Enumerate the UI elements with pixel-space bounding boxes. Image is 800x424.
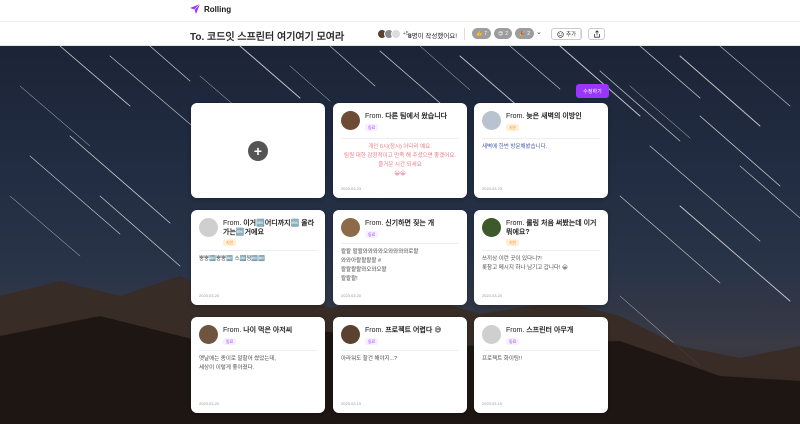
divider (199, 250, 317, 251)
reaction-badge[interactable]: 🎉 2 (515, 28, 535, 39)
card-date: 2023.03.20 (482, 293, 503, 298)
reaction-badge[interactable]: 👍 7 (472, 28, 492, 39)
message-card[interactable]: From. 이거🔤어디까지🔤 올라가는🔤거에요 지인 뿡뿡🔤뿡뿡🔤 스🔤짱🔤🔤 … (191, 210, 325, 305)
card-message: 프로젝트 화이팅!! (482, 356, 523, 362)
smile-add-icon (557, 30, 564, 38)
share-icon (593, 30, 600, 38)
card-from: From. 프로젝트 어렵다 😅 (365, 327, 442, 334)
avatar (199, 218, 218, 237)
relation-badge: 동료 (365, 230, 379, 238)
sender-name: 다른 팀에서 왔습니다 (385, 113, 448, 120)
reaction-badge[interactable]: 😍 2 (494, 28, 513, 39)
divider (464, 28, 465, 40)
card-date: 2023.03.23 (341, 186, 362, 191)
card-date: 2023.03.20 (199, 293, 220, 298)
card-from: From. 늦은 새벽의 이방인 (506, 113, 582, 120)
card-message: 왈왈 왈왈와와와와오와와와와로왈 와와아왈왈왈왈 # 왈왈왈왈와오와오왈 왈왈왈… (341, 249, 419, 282)
card-date: 2023.03.23 (482, 186, 503, 191)
divider (341, 138, 459, 139)
card-message: 쓰끼상 이런 곳이 있다니?! 롯참고 메시지 하나 남기고 갑니다! 😀 (482, 256, 568, 271)
divider (482, 350, 600, 351)
card-message: 뿡뿡🔤뿡뿡🔤 스🔤짱🔤🔤 (199, 256, 266, 262)
card-date: 2023.03.19 (341, 401, 362, 406)
relation-badge: 동료 (365, 337, 379, 345)
card-date: 2023.03.19 (482, 401, 503, 406)
card-date: 2023.03.20 (341, 293, 362, 298)
relation-badge: 동료 (223, 337, 237, 345)
divider (199, 350, 317, 351)
divider (580, 28, 581, 40)
relation-badge: 지인 (506, 239, 520, 246)
reaction-count: 7 (484, 30, 488, 37)
writer-count: 8명이 작성했어요! (408, 30, 457, 40)
avatar (341, 218, 360, 237)
add-reaction-button[interactable]: 추가 (551, 28, 583, 40)
avatar (341, 325, 360, 344)
card-from: From. 스프린터 아무개 (506, 327, 574, 334)
edit-button[interactable]: 수정하기 (576, 84, 609, 98)
message-card[interactable]: From. 신기하면 짖는 개 동료 왈왈 왈왈와와와와오와와와와로왈 와와아왈… (333, 210, 467, 305)
logo-text: Rolling (204, 4, 232, 14)
message-card[interactable]: From. 늦은 새벽의 이방인 지인 새벽에 한번 방문해봤습니다. 2023… (474, 103, 608, 198)
add-reaction-label: 추가 (566, 32, 577, 38)
recipient-header: To. 코드잇 스프린터 여기여기 모여라 +5 8명이 작성했어요! 👍 7 😍… (0, 22, 800, 46)
reaction-emoji: 👍 (476, 30, 483, 37)
card-from: From. 이거🔤어디까지🔤 올라가는🔤거에요 (223, 220, 315, 236)
reaction-list: 👍 7 😍 2 🎉 2 (472, 28, 535, 39)
add-message-card[interactable]: + (191, 103, 325, 198)
avatar (341, 111, 360, 130)
divider (482, 138, 600, 139)
relation-badge: 동료 (365, 123, 379, 131)
plus-icon: + (248, 140, 268, 161)
message-card[interactable]: From. 롤링 처음 써봤는데 이거 뭐에요? 지인 쓰끼상 이런 곳이 있다… (474, 210, 608, 305)
relation-badge: 지인 (506, 123, 520, 131)
sender-name: 프로젝트 어렵다 😅 (385, 327, 442, 334)
share-button[interactable] (588, 28, 605, 40)
reaction-count: 2 (527, 30, 531, 37)
paper-plane-icon (190, 4, 200, 14)
sender-name: 늦은 새벽의 이방인 (526, 113, 582, 120)
avatar (482, 218, 501, 237)
sender-name: 나이 먹은 아저씨 (243, 327, 293, 334)
message-card[interactable]: From. 나이 먹은 아저씨 동료 옛날에는 종이로 말할어 썼었는데, 세상… (191, 317, 325, 413)
card-message: 옛날에는 종이로 말할어 썼었는데, 세상이 이렇게 좋아졌다. (199, 356, 276, 371)
reaction-count: 2 (505, 30, 509, 37)
relation-badge: 지인 (223, 239, 237, 246)
card-message: 새벽에 한번 방문해봤습니다. (482, 144, 548, 150)
message-card[interactable]: From. 다른 팀에서 왔습니다 동료 개인 6시(정시) 아다리 예요. 팀… (333, 103, 467, 198)
avatar (391, 29, 401, 39)
card-message: 개인 6시(정시) 아다리 예요. 팀원 대한 감정적이고 만족 해 주셨으면 … (344, 144, 456, 177)
sender-name: 신기하면 짖는 개 (385, 220, 435, 227)
card-date: 2023.03.20 (199, 401, 220, 406)
card-message: 아라워도 할건 해야지...? (341, 356, 398, 362)
relation-badge: 동료 (506, 337, 520, 345)
writer-count-text: 명이 작성했어요! (411, 33, 458, 40)
avatar (199, 325, 218, 344)
message-card[interactable]: From. 프로젝트 어렵다 😅 동료 아라워도 할건 해야지...? 2023… (333, 317, 467, 413)
message-card[interactable]: From. 스프린터 아무개 동료 프로젝트 화이팅!! 2023.03.19 (474, 317, 608, 413)
card-from: From. 신기하면 짖는 개 (365, 220, 435, 227)
reaction-emoji: 😍 (498, 30, 504, 37)
writer-avatars: +5 (377, 29, 409, 39)
avatar (482, 325, 501, 344)
card-from: From. 나이 먹은 아저씨 (223, 327, 293, 334)
card-from: From. 다른 팀에서 왔습니다 (365, 113, 448, 120)
sender-name: 스프린터 아무개 (526, 327, 574, 334)
divider (341, 243, 459, 244)
reaction-emoji: 🎉 (519, 30, 526, 37)
avatar (482, 111, 501, 130)
page-title: To. 코드잇 스프린터 여기여기 모여라 (190, 32, 345, 43)
divider (341, 350, 459, 351)
logo[interactable]: Rolling (190, 4, 231, 14)
chevron-down-icon[interactable]: ⌄ (536, 28, 542, 36)
top-nav: Rolling (0, 0, 800, 22)
card-from: From. 롤링 처음 써봤는데 이거 뭐에요? (506, 220, 597, 236)
divider (482, 250, 600, 251)
